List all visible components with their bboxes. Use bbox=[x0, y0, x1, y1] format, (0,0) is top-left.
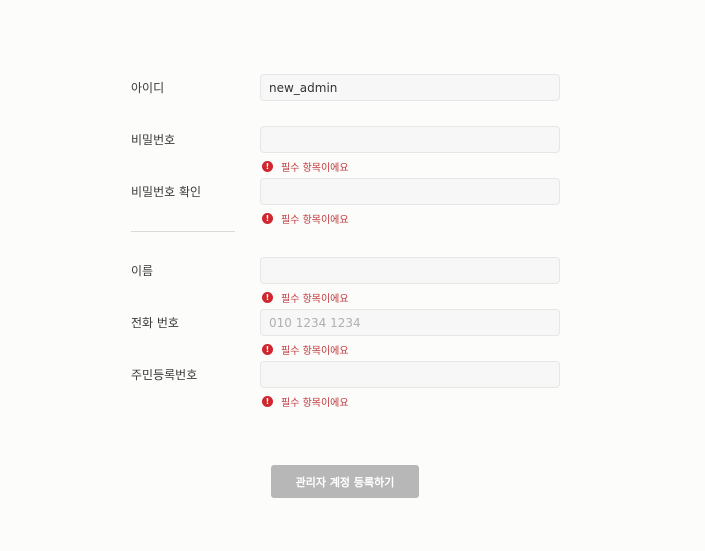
phone-label: 전화 번호 bbox=[131, 316, 179, 330]
resident-number-error: ! 필수 항목이에요 bbox=[262, 394, 349, 409]
alert-circle-icon: ! bbox=[262, 343, 273, 355]
password-confirm-error-text: 필수 항목이에요 bbox=[281, 214, 349, 226]
section-divider bbox=[131, 231, 235, 232]
name-input[interactable] bbox=[260, 257, 560, 284]
phone-error: ! 필수 항목이에요 bbox=[262, 342, 349, 357]
alert-circle-icon: ! bbox=[262, 160, 273, 172]
password-confirm-input[interactable] bbox=[260, 178, 560, 205]
name-error-text: 필수 항목이에요 bbox=[281, 293, 349, 305]
name-label: 이름 bbox=[131, 264, 154, 278]
password-label: 비밀번호 bbox=[131, 133, 176, 147]
resident-number-label: 주민등록번호 bbox=[131, 368, 198, 382]
register-admin-button[interactable]: 관리자 계정 등록하기 bbox=[271, 465, 419, 498]
username-input[interactable] bbox=[260, 74, 560, 101]
resident-number-input[interactable] bbox=[260, 361, 560, 388]
username-label: 아이디 bbox=[131, 81, 165, 95]
password-input[interactable] bbox=[260, 126, 560, 153]
password-error-text: 필수 항목이에요 bbox=[281, 162, 349, 174]
password-confirm-label: 비밀번호 확인 bbox=[131, 185, 202, 199]
admin-registration-form: 아이디 비밀번호 ! 필수 항목이에요 비밀번호 확인 ! 필수 항목이에요 이… bbox=[0, 0, 705, 551]
name-error: ! 필수 항목이에요 bbox=[262, 290, 349, 305]
phone-input[interactable] bbox=[260, 309, 560, 336]
alert-circle-icon: ! bbox=[262, 291, 273, 303]
password-error: ! 필수 항목이에요 bbox=[262, 159, 349, 174]
phone-error-text: 필수 항목이에요 bbox=[281, 345, 349, 357]
resident-number-error-text: 필수 항목이에요 bbox=[281, 397, 349, 409]
password-confirm-error: ! 필수 항목이에요 bbox=[262, 211, 349, 226]
alert-circle-icon: ! bbox=[262, 212, 273, 224]
alert-circle-icon: ! bbox=[262, 395, 273, 407]
